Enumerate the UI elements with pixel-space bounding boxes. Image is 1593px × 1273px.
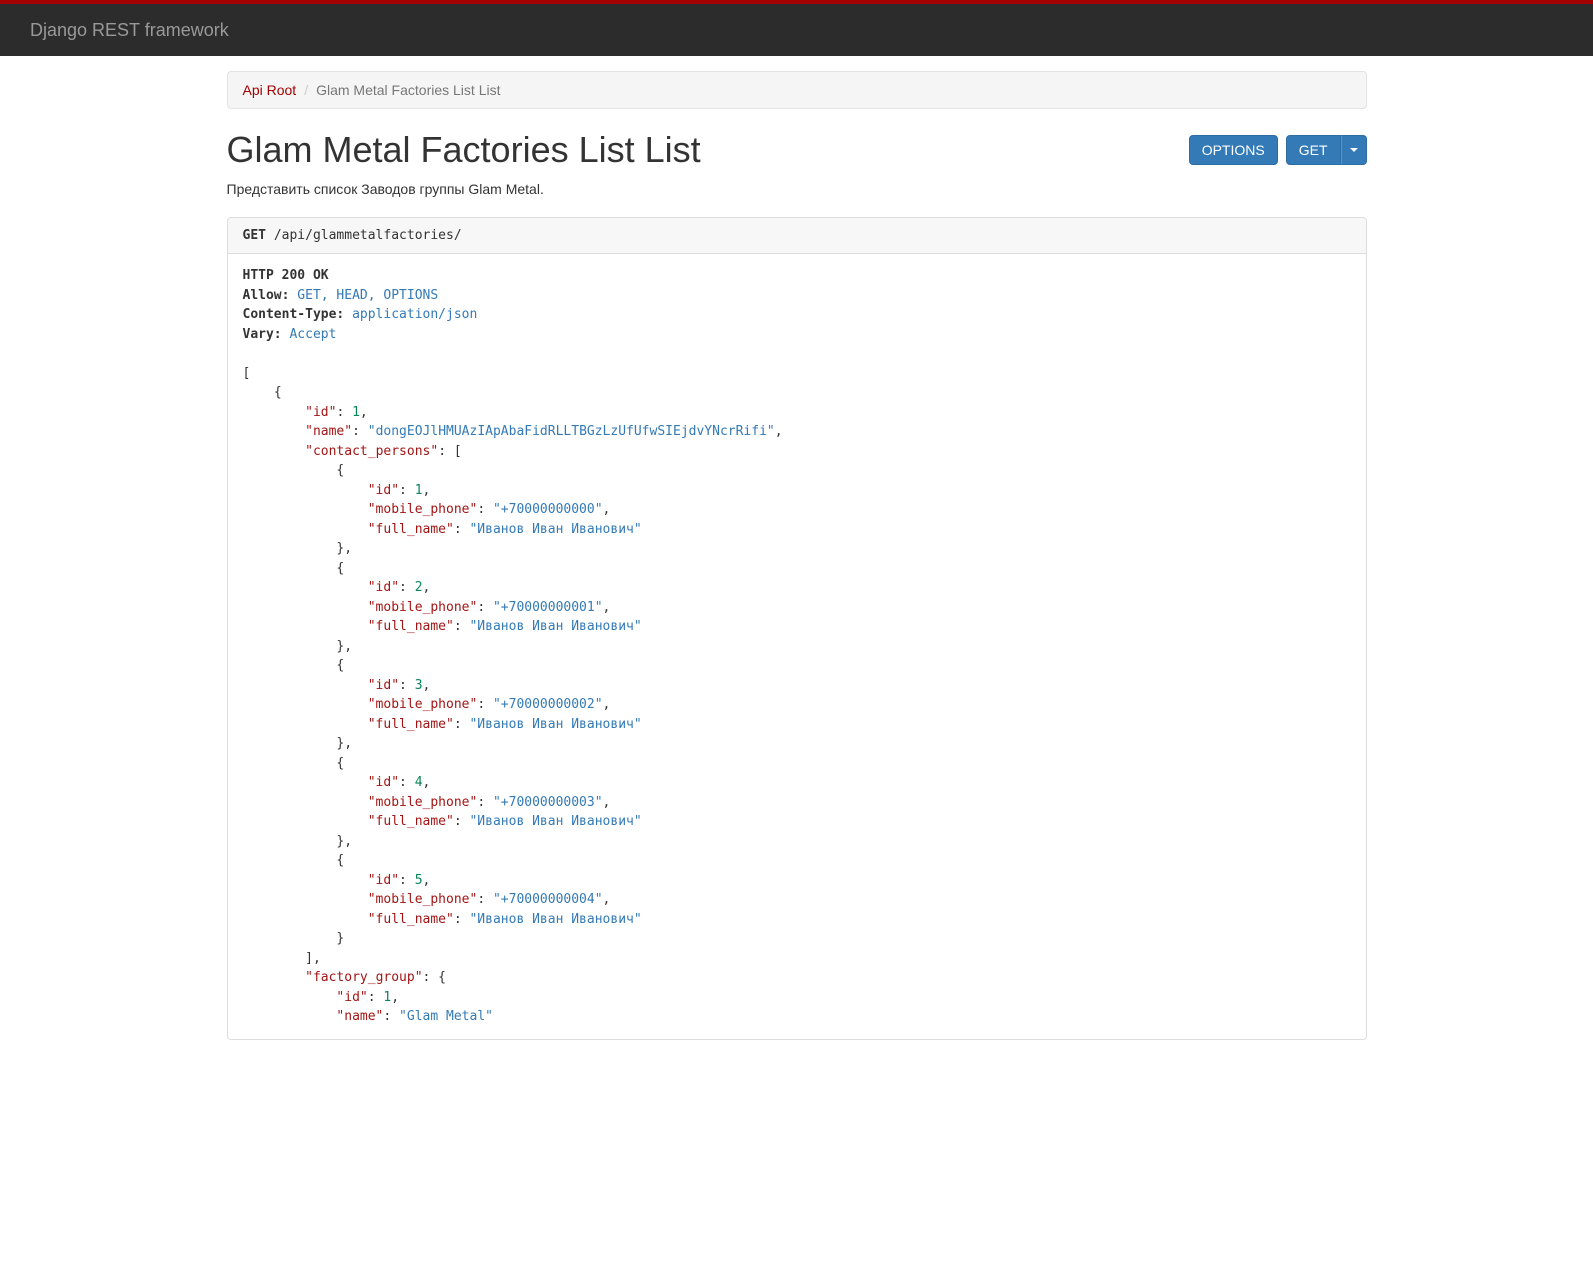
page-title: Glam Metal Factories List List xyxy=(227,129,701,171)
request-path: /api/glammetalfactories/ xyxy=(274,228,462,243)
header-content-type-name: Content-Type: xyxy=(243,307,345,322)
options-button[interactable]: OPTIONS xyxy=(1189,135,1278,165)
response-panel: HTTP 200 OK Allow: GET, HEAD, OPTIONS Co… xyxy=(227,254,1367,1040)
breadcrumb-current: Glam Metal Factories List List xyxy=(316,82,500,98)
response-status: HTTP 200 OK xyxy=(243,268,329,283)
breadcrumb: Api Root / Glam Metal Factories List Lis… xyxy=(227,71,1367,109)
header-content-type-value: application/json xyxy=(352,307,477,322)
action-buttons: OPTIONS GET xyxy=(1189,135,1367,165)
get-button[interactable]: GET xyxy=(1286,135,1341,165)
navbar-brand[interactable]: Django REST framework xyxy=(15,20,229,41)
header-allow-name: Allow: xyxy=(243,288,290,303)
page-header: Glam Metal Factories List List OPTIONS G… xyxy=(227,129,1367,171)
header-vary-value: Accept xyxy=(289,327,336,342)
breadcrumb-separator: / xyxy=(296,82,316,98)
get-dropdown-toggle[interactable] xyxy=(1341,135,1367,165)
caret-down-icon xyxy=(1350,148,1358,152)
header-allow-value: GET, HEAD, OPTIONS xyxy=(297,288,438,303)
navbar: Django REST framework xyxy=(0,4,1593,56)
get-button-group: GET xyxy=(1286,135,1367,165)
header-vary-name: Vary: xyxy=(243,327,282,342)
breadcrumb-api-root[interactable]: Api Root xyxy=(243,82,297,98)
request-info: GET /api/glammetalfactories/ xyxy=(227,217,1367,254)
request-method: GET xyxy=(243,228,266,243)
page-description: Представить список Заводов группы Glam M… xyxy=(227,181,1367,197)
